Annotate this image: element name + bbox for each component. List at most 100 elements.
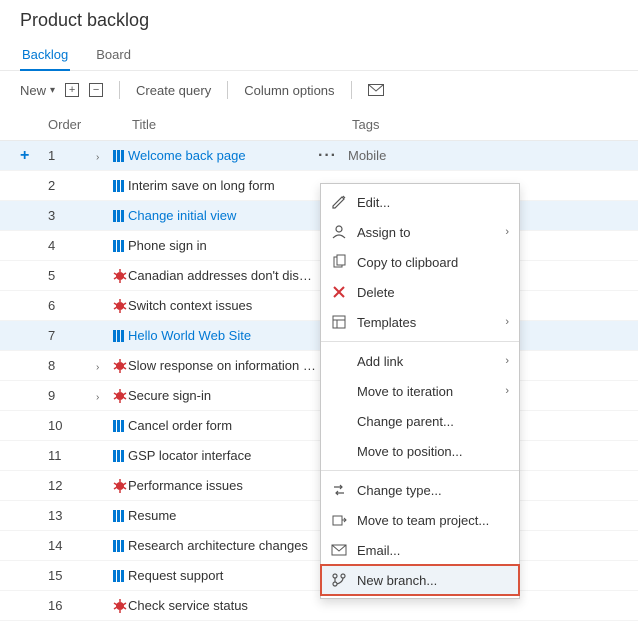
row-title[interactable]: Secure sign-in	[128, 388, 318, 403]
menu-item-assign-to[interactable]: Assign to ›	[321, 217, 519, 247]
row-order: 1	[48, 148, 96, 163]
table-row[interactable]: +2Interim save on long form···	[0, 171, 638, 201]
pbi-icon	[112, 238, 128, 254]
expand-chevron-icon[interactable]: ›	[96, 392, 106, 403]
bug-icon	[112, 268, 128, 284]
table-row[interactable]: +13Resume···	[0, 501, 638, 531]
row-title[interactable]: Request support	[128, 568, 318, 583]
row-order: 10	[48, 418, 96, 433]
row-order: 5	[48, 268, 96, 283]
bug-icon	[112, 298, 128, 314]
add-icon[interactable]: +	[20, 147, 29, 165]
menu-item-move-to-position[interactable]: Move to position...	[321, 436, 519, 466]
user-icon	[331, 224, 347, 240]
row-order: 12	[48, 478, 96, 493]
row-order: 4	[48, 238, 96, 253]
table-row[interactable]: +11GSP locator interface···	[0, 441, 638, 471]
row-title[interactable]: Change initial view	[128, 208, 318, 223]
branch-icon	[331, 572, 347, 588]
tab-board[interactable]: Board	[94, 41, 133, 70]
table-row[interactable]: +5Canadian addresses don't display···	[0, 261, 638, 291]
menu-item-label: Copy to clipboard	[357, 255, 458, 270]
menu-item-move-to-iteration[interactable]: Move to iteration›	[321, 376, 519, 406]
menu-item-change-type[interactable]: Change type...	[321, 475, 519, 505]
table-row[interactable]: +14Research architecture changes···	[0, 531, 638, 561]
expand-chevron-icon[interactable]: ›	[96, 152, 106, 163]
more-actions-icon[interactable]: ···	[318, 147, 337, 165]
row-order: 9	[48, 388, 96, 403]
tabs: Backlog Board	[0, 37, 638, 71]
menu-item-label: Move to position...	[357, 444, 463, 459]
pbi-icon	[112, 328, 128, 344]
separator	[119, 81, 120, 99]
row-title[interactable]: Research architecture changes	[128, 538, 318, 553]
row-title[interactable]: Check service status	[128, 598, 318, 613]
menu-item-label: Change type...	[357, 483, 442, 498]
chevron-right-icon: ›	[505, 226, 509, 238]
menu-item-label: Change parent...	[357, 414, 454, 429]
table-row[interactable]: +16Check service status···	[0, 591, 638, 621]
menu-item-label: Assign to	[357, 225, 410, 240]
row-title[interactable]: Interim save on long form	[128, 178, 318, 193]
col-title[interactable]: Title	[132, 117, 322, 132]
row-title[interactable]: Performance issues	[128, 478, 318, 493]
menu-item-edit[interactable]: Edit...	[321, 187, 519, 217]
new-label: New	[20, 83, 46, 98]
row-title[interactable]: Cancel order form	[128, 418, 318, 433]
row-tags: Mobile	[348, 148, 638, 163]
row-title[interactable]: Welcome back page	[128, 148, 318, 163]
table-row[interactable]: +4Phone sign in···	[0, 231, 638, 261]
row-title[interactable]: Phone sign in	[128, 238, 318, 253]
separator	[227, 81, 228, 99]
table-row[interactable]: +6Switch context issues···	[0, 291, 638, 321]
bug-icon	[112, 388, 128, 404]
menu-item-label: Email...	[357, 543, 400, 558]
table-row[interactable]: +7Hello World Web Site···	[0, 321, 638, 351]
col-order[interactable]: Order	[48, 117, 96, 132]
create-query-button[interactable]: Create query	[136, 83, 211, 98]
mail-button[interactable]	[368, 84, 384, 96]
col-tags[interactable]: Tags	[352, 117, 638, 132]
table-row[interactable]: +15Request support···	[0, 561, 638, 591]
table-row[interactable]: +12Performance issues···	[0, 471, 638, 501]
row-title[interactable]: Switch context issues	[128, 298, 318, 313]
menu-item-change-parent[interactable]: Change parent...	[321, 406, 519, 436]
pbi-icon	[112, 148, 128, 164]
row-title[interactable]: Resume	[128, 508, 318, 523]
backlog-list: +1› Welcome back page··· Mobile+2 Interim s…	[0, 141, 638, 621]
table-row[interactable]: +10Cancel order form···	[0, 411, 638, 441]
row-order: 2	[48, 178, 96, 193]
menu-item-move-to-team-project[interactable]: Move to team project...	[321, 505, 519, 535]
menu-item-label: Delete	[357, 285, 395, 300]
menu-item-email[interactable]: Email...	[321, 535, 519, 565]
table-row[interactable]: +3Change initial view···	[0, 201, 638, 231]
table-row[interactable]: +8›Slow response on information request·…	[0, 351, 638, 381]
row-title[interactable]: Canadian addresses don't display	[128, 268, 318, 283]
collapse-icon[interactable]: −	[89, 83, 103, 97]
column-options-button[interactable]: Column options	[244, 83, 334, 98]
menu-separator	[321, 341, 519, 342]
menu-item-templates[interactable]: Templates›	[321, 307, 519, 337]
row-title[interactable]: GSP locator interface	[128, 448, 318, 463]
new-button[interactable]: New ▾	[20, 83, 55, 98]
delete-icon	[331, 284, 347, 300]
expand-icon[interactable]: +	[65, 83, 79, 97]
table-row[interactable]: +1› Welcome back page··· Mobile	[0, 141, 638, 171]
row-title[interactable]: Hello World Web Site	[128, 328, 318, 343]
menu-item-new-branch[interactable]: New branch...	[321, 565, 519, 595]
menu-item-copy-to-clipboard[interactable]: Copy to clipboard	[321, 247, 519, 277]
menu-item-add-link[interactable]: Add link›	[321, 346, 519, 376]
expand-chevron-icon[interactable]: ›	[96, 362, 106, 373]
row-title[interactable]: Slow response on information request	[128, 358, 318, 373]
bug-icon	[112, 358, 128, 374]
menu-item-label: Edit...	[357, 195, 390, 210]
tab-backlog[interactable]: Backlog	[20, 41, 70, 70]
copy-icon	[331, 254, 347, 270]
row-order: 11	[48, 448, 96, 463]
mail-icon	[368, 84, 384, 96]
row-order: 15	[48, 568, 96, 583]
menu-item-delete[interactable]: Delete	[321, 277, 519, 307]
pbi-icon	[112, 208, 128, 224]
pbi-icon	[112, 178, 128, 194]
table-row[interactable]: +9›Secure sign-in···	[0, 381, 638, 411]
